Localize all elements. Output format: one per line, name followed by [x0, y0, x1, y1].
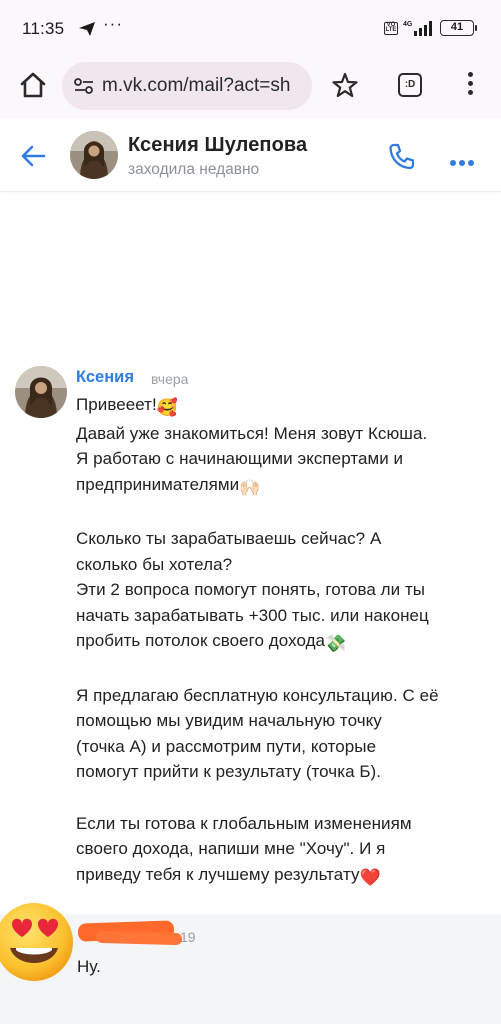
- message-text: Привееет!🥰 Давай уже знакомиться! Меня з…: [76, 392, 491, 890]
- star-icon[interactable]: [332, 72, 358, 98]
- signal-icon: 4G: [403, 21, 432, 36]
- reply-time: 19: [180, 929, 196, 945]
- chat-header: Ксения Шулепова заходила недавно: [0, 118, 501, 192]
- contact-status: заходила недавно: [128, 161, 260, 178]
- heart-emoji: ❤️: [359, 867, 381, 887]
- browser-toolbar: m.vk.com/mail?act=sh :D: [0, 56, 501, 118]
- send-icon: [79, 22, 95, 36]
- more-icon[interactable]: [450, 153, 480, 166]
- message-time: вчера: [151, 371, 189, 387]
- reply-text: Ну.: [77, 957, 101, 976]
- contact-name[interactable]: Ксения Шулепова: [128, 134, 307, 157]
- raised-hands-emoji: 🙌🏻: [239, 477, 261, 497]
- message-author[interactable]: Ксения: [76, 368, 134, 387]
- phone-icon[interactable]: [388, 142, 414, 170]
- address-bar[interactable]: m.vk.com/mail?act=sh: [62, 62, 312, 110]
- volte-icon: VO LTE: [384, 22, 398, 35]
- smiling-hearts-emoji: 🥰: [156, 398, 178, 417]
- redaction-mark: [95, 930, 183, 946]
- status-time: 11:35: [22, 19, 65, 38]
- tune-icon[interactable]: [74, 78, 94, 94]
- home-icon[interactable]: [18, 70, 48, 100]
- status-dots: ···: [103, 14, 123, 33]
- battery-icon: 41: [440, 20, 477, 36]
- menu-icon[interactable]: [460, 72, 480, 100]
- avatar[interactable]: [70, 131, 118, 179]
- url-text[interactable]: m.vk.com/mail?act=sh: [102, 75, 290, 97]
- heart-eyes-emoji: [0, 903, 73, 981]
- back-arrow-icon[interactable]: [20, 144, 46, 168]
- network-label: 4G: [403, 21, 413, 28]
- message-paragraph: Я предлагаю бесплатную консультацию. С е…: [76, 685, 439, 884]
- tabs-icon[interactable]: :D: [398, 73, 422, 97]
- message-avatar[interactable]: [15, 366, 67, 418]
- message-paragraph: Сколько ты зарабатываешь сейчас? А сколь…: [76, 528, 429, 651]
- message-paragraph: Привееет!: [76, 395, 157, 414]
- money-wings-emoji: 💸: [325, 634, 347, 654]
- status-bar: 11:35 ··· VO LTE 4G 41: [0, 0, 501, 56]
